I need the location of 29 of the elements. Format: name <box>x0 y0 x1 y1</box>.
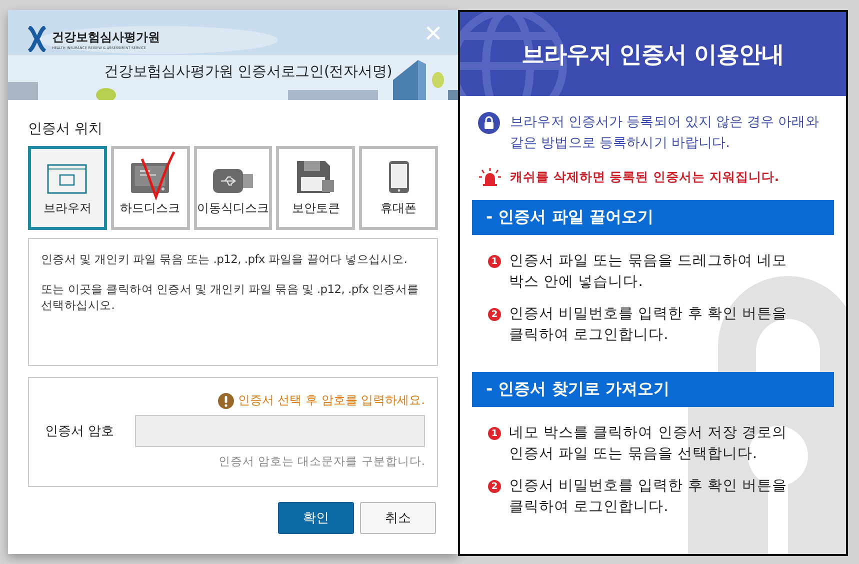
step-text: 인증서 비밀번호를 입력한 후 확인 버튼을 클릭하여 로그인합니다. <box>509 305 788 345</box>
info-text: 브라우저 인증서가 등록되어 있지 않은 경우 아래와 같은 방법으로 등록하시기 바랍니다. <box>510 113 820 153</box>
logo-name: 건강보험심사평가원 <box>52 28 160 46</box>
warning-text: 캐쉬를 삭제하면 등록된 인증서는 지워집니다. <box>510 168 780 186</box>
password-label: 인증서 암호 <box>45 423 114 440</box>
cancel-button[interactable]: 취소 <box>360 502 436 534</box>
step-number: 1 <box>488 255 501 268</box>
step-text: 네모 박스를 클릭하여 인증서 저장 경로의 인증서 파일 또는 묶음을 선택합니다. <box>509 424 788 464</box>
location-tile[interactable]: 보안토큰 <box>276 146 356 230</box>
section-title: - 인증서 파일 끌어오기 <box>486 207 654 228</box>
confirm-button[interactable]: 확인 <box>278 502 354 534</box>
step-text: 인증서 파일 또는 묶음을 드레그하여 네모박스 안에 넣습니다. <box>509 252 788 292</box>
step-number: 2 <box>488 480 501 493</box>
section-title: - 인증서 찾기로 가져오기 <box>486 379 670 400</box>
step-text: 인증서 비밀번호를 입력한 후 확인 버튼을 클릭하여 로그인합니다. <box>509 477 788 517</box>
location-label: 인증서 위치 <box>28 120 104 138</box>
password-notice: 인증서 선택 후 암호를 입력하세요. <box>238 392 425 409</box>
guide-title: 브라우저 인증서 이용안내 <box>522 40 784 70</box>
step-number: 1 <box>488 427 501 440</box>
file-drop-area[interactable]: 인증서 및 개인키 파일 묶음 또는 .p12, .pfx 파일을 끌어다 넣으십시오. 또는 이곳을 클릭하여 인증서 및 개인키 파일 묶음 및 .p12, .pfx 인증서를 선택하십시오. <box>28 238 438 366</box>
location-tile[interactable]: 휴대폰 <box>359 146 438 230</box>
location-tile[interactable]: 이동식디스크 <box>194 146 272 230</box>
step-number: 2 <box>488 308 501 321</box>
location-tile[interactable]: 하드디스크 <box>110 146 190 230</box>
drop-instruction: 또는 이곳을 클릭하여 인증서 및 개인키 파일 묶음 및 .p12, .pfx 인증서를 선택하십시오. <box>41 281 420 313</box>
dialog-title: 건강보험심사평가원 인증서로그인(전자서명) <box>104 63 392 81</box>
password-hint: 인증서 암호는 대소문자를 구분합니다. <box>218 454 425 469</box>
location-tile[interactable]: 브라우저 <box>28 146 107 230</box>
drop-instruction: 인증서 및 개인키 파일 묶음 또는 .p12, .pfx 파일을 끌어다 넣으십시오. <box>41 251 408 267</box>
